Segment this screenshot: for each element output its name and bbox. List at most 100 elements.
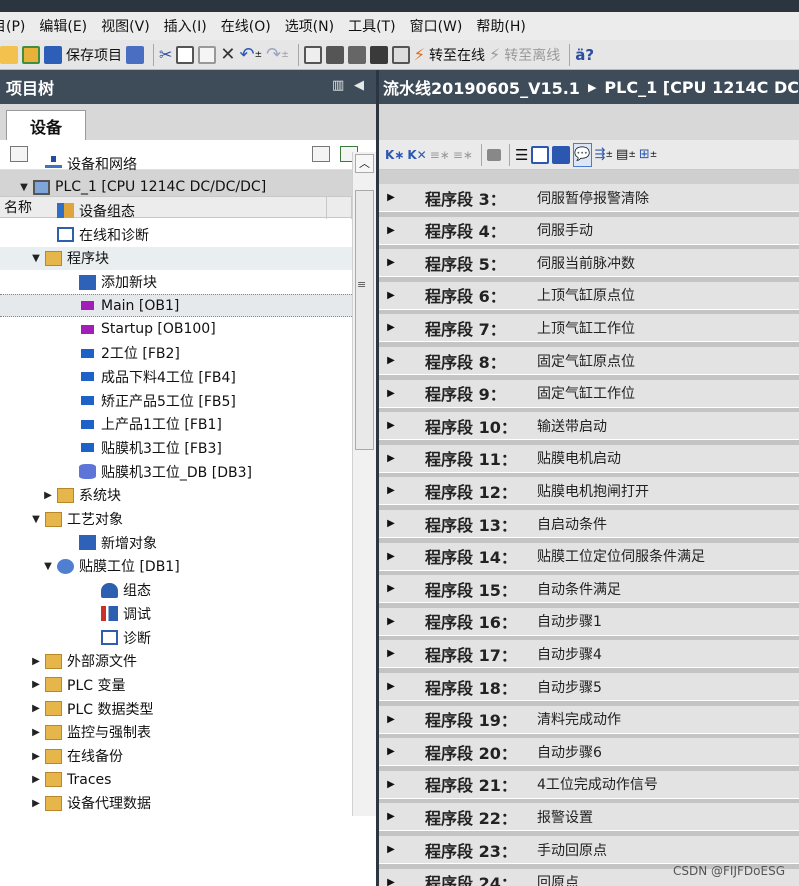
copy-icon[interactable]	[176, 43, 195, 67]
breadcrumb-plc[interactable]: PLC_1 [CPU 1214C DC/DC	[604, 78, 799, 97]
tree-item[interactable]: 添加新块	[0, 271, 352, 294]
collapse-networks-icon[interactable]	[552, 143, 571, 167]
network-title[interactable]: 清料完成动作	[537, 709, 621, 729]
network-title[interactable]: 固定气缸工作位	[537, 383, 635, 403]
expand-arrow-icon[interactable]: ▶	[381, 290, 401, 301]
network-row[interactable]: ▶ 程序段 13： 自启动条件	[379, 510, 799, 538]
collapse-panel-icon[interactable]: ◀	[354, 78, 364, 93]
network-title[interactable]: 自动步骤4	[537, 644, 602, 664]
expand-arrow-icon[interactable]: ▶	[30, 656, 42, 667]
network-row[interactable]: ▶ 程序段 11： 贴膜电机启动	[379, 444, 799, 473]
expand-arrow-icon[interactable]: ▶	[381, 192, 401, 203]
collapse-arrow-icon[interactable]: ▼	[42, 561, 54, 572]
expand-arrow-icon[interactable]: ▶	[30, 798, 42, 809]
network-row[interactable]: ▶ 程序段 17： 自动步骤4	[379, 640, 799, 669]
delete-network-icon[interactable]: K✕	[407, 143, 426, 167]
network-row[interactable]: ▶ 程序段 6： 上顶气缸原点位	[379, 281, 799, 310]
tree-item[interactable]: ▼ 贴膜工位 [DB1]	[0, 555, 352, 578]
collapse-arrow-icon[interactable]: ▼	[30, 514, 42, 525]
collapse-arrow-icon[interactable]: ▼	[30, 253, 42, 264]
network-title[interactable]: 贴膜电机抱闸打开	[537, 481, 649, 501]
absolute-operands-icon[interactable]: ☰	[515, 143, 528, 167]
tab-devices[interactable]: 设备	[6, 110, 86, 141]
redo-icon[interactable]: ↷ ±	[266, 43, 289, 67]
tree-item[interactable]: 2工位 [FB2]	[0, 342, 352, 365]
tree-item[interactable]: 调试	[0, 602, 352, 625]
network-title[interactable]: 伺服当前脉冲数	[537, 253, 635, 273]
append-row-icon[interactable]: ≡∗	[453, 143, 473, 167]
expand-arrow-icon[interactable]: ▶	[381, 388, 401, 399]
tree-item[interactable]: 上产品1工位 [FB1]	[0, 413, 352, 436]
network-title[interactable]: 自启动条件	[537, 514, 607, 534]
network-title[interactable]: 回原点	[537, 872, 579, 886]
network-title[interactable]: 上顶气缸工作位	[537, 318, 635, 338]
ramp-icon[interactable]	[391, 43, 410, 67]
network-row[interactable]: ▶ 程序段 15： 自动条件满足	[379, 575, 799, 604]
network-row[interactable]: ▶ 程序段 5： 伺服当前脉冲数	[379, 249, 799, 278]
network-row[interactable]: ▶ 程序段 23： 手动回原点	[379, 836, 799, 864]
tree-item[interactable]: 成品下料4工位 [FB4]	[0, 365, 352, 388]
menu-item[interactable]: 视图(V)	[95, 16, 158, 36]
tree-item[interactable]: ▶ 监控与强制表	[0, 721, 352, 744]
tree-item[interactable]: ▶ Traces	[0, 768, 352, 791]
tree-item[interactable]: ▼ 程序块	[0, 246, 352, 270]
network-row[interactable]: ▶ 程序段 20： 自动步骤6	[379, 738, 799, 767]
network-row[interactable]: ▶ 程序段 19： 清料完成动作	[379, 705, 799, 734]
expand-arrow-icon[interactable]: ▶	[30, 774, 42, 785]
tree-item[interactable]: 组态	[0, 579, 352, 602]
expand-arrow-icon[interactable]: ▶	[381, 355, 401, 366]
expand-arrow-icon[interactable]: ▶	[381, 746, 401, 757]
expand-arrow-icon[interactable]: ▶	[381, 714, 401, 725]
expand-arrow-icon[interactable]: ▶	[381, 844, 401, 855]
network-row[interactable]: ▶ 程序段 3： 伺服暂停报警清除	[379, 184, 799, 212]
menu-item[interactable]: 编辑(E)	[33, 16, 95, 36]
tree-item[interactable]: 设备和网络	[0, 152, 352, 175]
expand-arrow-icon[interactable]: ▶	[42, 490, 54, 501]
project-tree-scrollbar[interactable]: ︿ ≡	[352, 152, 376, 816]
expand-arrow-icon[interactable]: ▶	[30, 727, 42, 738]
menu-item[interactable]: 插入(I)	[158, 16, 215, 36]
expand-arrow-icon[interactable]: ▶	[381, 453, 401, 464]
expand-arrow-icon[interactable]: ▶	[381, 616, 401, 627]
network-title[interactable]: 自动步骤5	[537, 677, 602, 697]
network-row[interactable]: ▶ 程序段 8： 固定气缸原点位	[379, 347, 799, 375]
menu-item[interactable]: 帮助(H)	[470, 16, 533, 36]
paste-icon[interactable]	[198, 43, 217, 67]
expand-arrow-icon[interactable]: ▶	[381, 583, 401, 594]
network-row[interactable]: ▶ 程序段 14： 贴膜工位定位伺服条件满足	[379, 542, 799, 571]
upload-icon[interactable]	[347, 43, 366, 67]
menu-item[interactable]: 工具(T)	[342, 16, 403, 36]
network-title[interactable]: 报警设置	[537, 807, 593, 827]
network-title[interactable]: 自动步骤1	[537, 611, 602, 631]
expand-arrow-icon[interactable]: ▶	[381, 257, 401, 268]
expand-arrow-icon[interactable]: ▶	[381, 779, 401, 790]
menu-item[interactable]: 在线(O)	[215, 16, 279, 36]
tree-item[interactable]: 贴膜机3工位_DB [DB3]	[0, 460, 352, 483]
network-row[interactable]: ▶ 程序段 10： 输送带启动	[379, 412, 799, 441]
open-project-icon[interactable]	[22, 43, 40, 67]
expand-arrow-icon[interactable]: ▶	[30, 703, 42, 714]
network-row[interactable]: ▶ 程序段 12： 贴膜电机抱闸打开	[379, 477, 799, 506]
tree-item[interactable]: ▶ 设备代理数据	[0, 792, 352, 815]
network-row[interactable]: ▶ 程序段 7： 上顶气缸工作位	[379, 314, 799, 343]
cut-icon[interactable]: ✂	[159, 43, 172, 67]
expand-arrow-icon[interactable]: ▶	[381, 877, 401, 886]
scrollbar-thumb[interactable]	[355, 190, 374, 450]
go-offline-button[interactable]: ⚡ 转至离线	[489, 43, 560, 67]
insert-row-icon[interactable]: ≡∗	[430, 143, 450, 167]
network-title[interactable]: 伺服暂停报警清除	[537, 188, 649, 208]
network-title[interactable]: 手动回原点	[537, 840, 607, 860]
tree-item[interactable]: ▶ 外部源文件	[0, 650, 352, 673]
tree-item[interactable]: 设备组态	[0, 199, 352, 222]
box-icon[interactable]: ▤ ±	[616, 143, 636, 167]
insert-network-icon[interactable]: K∗	[385, 143, 404, 167]
expand-arrow-icon[interactable]: ▶	[381, 485, 401, 496]
accessible-devices-icon[interactable]: ä?	[575, 43, 594, 67]
undo-icon[interactable]: ↶ ±	[240, 43, 263, 67]
collapse-arrow-icon[interactable]: ▼	[18, 182, 30, 193]
expand-arrow-icon[interactable]: ▶	[381, 648, 401, 659]
tree-item[interactable]: 贴膜机3工位 [FB3]	[0, 436, 352, 459]
tree-item[interactable]: 在线和诊断	[0, 223, 352, 246]
simulation-icon[interactable]	[369, 43, 388, 67]
network-title[interactable]: 贴膜工位定位伺服条件满足	[537, 546, 705, 566]
